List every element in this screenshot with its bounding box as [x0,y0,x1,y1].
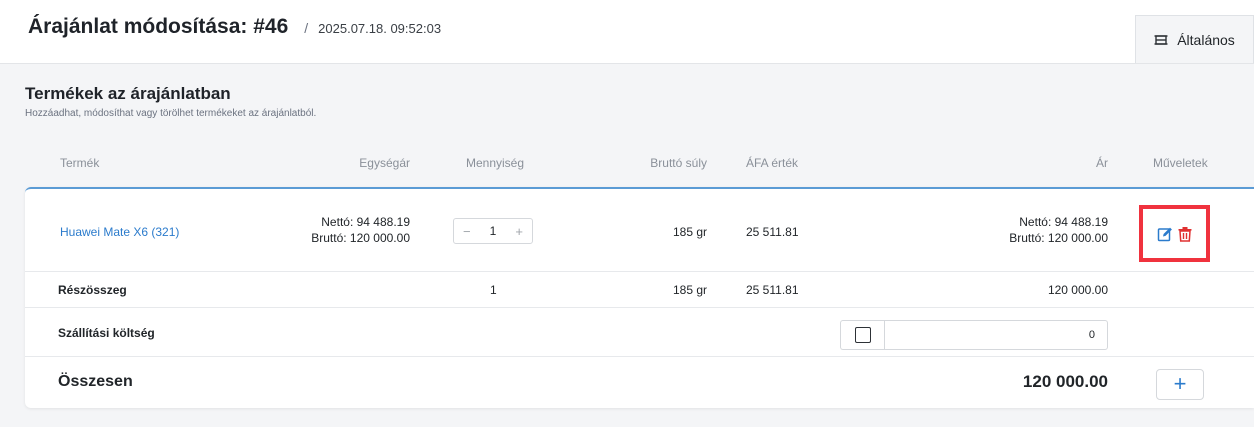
subtotal-label: Részösszeg [58,283,127,297]
increase-button[interactable]: + [515,224,523,239]
trash-icon[interactable] [1177,226,1193,242]
column-actions: Műveletek [1153,156,1208,170]
price-net: Nettó: 94 488.19 [1019,215,1108,229]
title-group: Árajánlat módosítása: #46 / 2025.07.18. … [28,15,441,39]
column-vat-value: ÁFA érték [746,156,799,170]
products-card: Huawei Mate X6 (321) Nettó: 94 488.19 Br… [25,187,1254,408]
vat-value: 25 511.81 [746,225,799,239]
unit-gross-price: Bruttó: 120 000.00 [311,231,410,245]
actions-highlight [1139,205,1210,262]
title-separator: / [304,20,309,36]
total-value: 120 000.00 [1022,372,1108,391]
subtotal-vat: 25 511.81 [746,283,799,297]
section-title: Termékek az árajánlatban [25,84,231,103]
column-gross-weight: Bruttó súly [650,156,707,170]
quantity-stepper[interactable]: − 1 + [453,218,533,244]
subtotal-row: Részösszeg 1 185 gr 25 511.81 120 000.00 [25,271,1254,308]
edit-icon[interactable] [1157,226,1173,242]
column-quantity: Mennyiség [466,156,525,170]
shipping-checkbox[interactable] [854,327,871,343]
total-label: Összesen [58,373,133,390]
total-row: Összesen 120 000.00 + [25,356,1254,408]
gross-weight: 185 gr [672,225,707,239]
add-product-button[interactable]: + [1156,369,1204,400]
tab-general[interactable]: Általános [1135,15,1254,63]
unit-net-price: Nettó: 94 488.19 [321,215,410,229]
column-product: Termék [60,156,100,170]
price-gross: Bruttó: 120 000.00 [1009,231,1108,245]
row-price: Nettó: 94 488.19 Bruttó: 120 000.00 [1009,214,1108,246]
column-price: Ár [1096,156,1108,170]
subtotal-quantity: 1 [490,283,497,297]
shipping-cost-input[interactable] [884,320,1108,350]
subtotal-weight: 185 gr [672,283,707,297]
quantity-value[interactable]: 1 [490,224,497,238]
layout-icon [1154,34,1168,45]
page-title: Árajánlat módosítása: #46 [28,15,289,38]
shipping-label: Szállítási költség [58,326,155,340]
shipping-toggle[interactable] [840,320,884,350]
tab-general-label: Általános [1177,31,1235,48]
subtotal-price: 120 000.00 [1047,283,1108,297]
product-link[interactable]: Huawei Mate X6 (321) [60,225,179,239]
shipping-row: Szállítási költség [25,307,1254,357]
timestamp: 2025.07.18. 09:52:03 [318,21,442,36]
section-header: Termékek az árajánlatban Hozzáadhat, mód… [25,84,316,119]
page-header: Árajánlat módosítása: #46 / 2025.07.18. … [0,0,1254,64]
column-unit-price: Egységár [359,156,410,170]
table-header: Termék Egységár Mennyiség Bruttó súly ÁF… [25,152,1254,176]
decrease-button[interactable]: − [463,224,471,239]
unit-price: Nettó: 94 488.19 Bruttó: 120 000.00 [311,214,410,246]
table-row: Huawei Mate X6 (321) Nettó: 94 488.19 Br… [25,189,1254,272]
section-subtitle: Hozzáadhat, módosíthat vagy törölhet ter… [25,108,317,119]
